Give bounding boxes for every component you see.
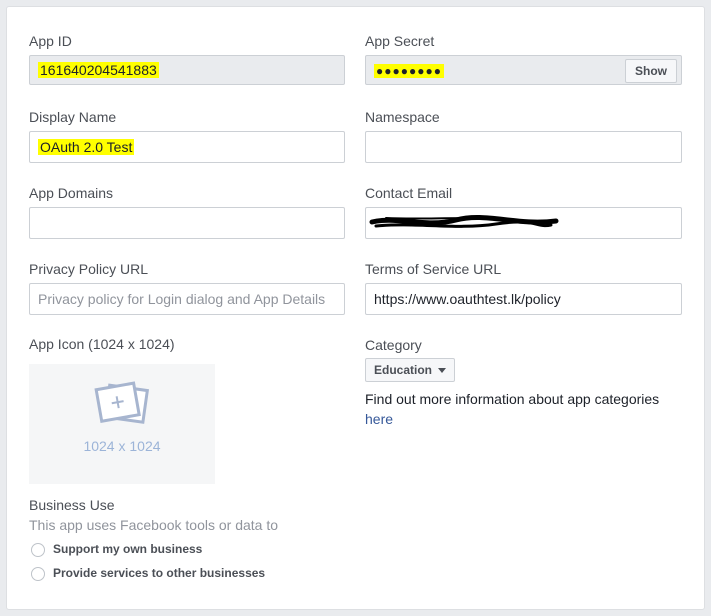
radio-support-own-business[interactable]: Support my own business bbox=[31, 542, 202, 557]
category-info-link[interactable]: here bbox=[365, 411, 393, 427]
radio-label: Support my own business bbox=[53, 542, 203, 556]
caret-down-icon bbox=[438, 368, 447, 374]
contact-email-label: Contact Email bbox=[365, 185, 453, 201]
terms-of-service-field[interactable]: https://www.oauthtest.lk/policy bbox=[365, 283, 682, 315]
radio-icon[interactable] bbox=[31, 566, 45, 581]
radio-provide-services[interactable]: Provide services to other businesses bbox=[31, 566, 265, 581]
privacy-policy-label: Privacy Policy URL bbox=[29, 261, 149, 277]
category-dropdown[interactable]: Education bbox=[365, 358, 456, 382]
radio-icon[interactable] bbox=[31, 542, 45, 557]
app-icon-label: App Icon (1024 x 1024) bbox=[29, 336, 175, 352]
app-id-value: 161640204541883 bbox=[38, 62, 159, 78]
show-secret-button[interactable]: Show bbox=[625, 59, 677, 83]
image-placeholder-icon bbox=[94, 381, 150, 424]
display-name-value: OAuth 2.0 Test bbox=[38, 139, 135, 155]
category-label: Category bbox=[365, 337, 422, 353]
category-info: Find out more information about app cate… bbox=[365, 391, 660, 407]
redacted-email-scribble bbox=[369, 215, 559, 228]
app-secret-value: ●●●●●●●● bbox=[374, 64, 444, 78]
category-info-text: Find out more information about app cate… bbox=[365, 389, 659, 429]
app-secret-field[interactable]: ●●●●●●●● Show bbox=[365, 55, 682, 85]
business-use-label: Business Use bbox=[29, 497, 115, 513]
terms-of-service-label: Terms of Service URL bbox=[365, 261, 502, 277]
app-domains-label: App Domains bbox=[29, 185, 114, 201]
app-secret-label: App Secret bbox=[365, 33, 435, 49]
business-use-description: This app uses Facebook tools or data to bbox=[29, 517, 279, 533]
app-settings-panel: App ID 161640204541883 App Secret ●●●●●●… bbox=[6, 6, 705, 610]
contact-email-field[interactable] bbox=[365, 207, 682, 239]
category-selected: Education bbox=[374, 363, 433, 377]
privacy-policy-field[interactable]: Privacy policy for Login dialog and App … bbox=[29, 283, 345, 315]
namespace-field[interactable] bbox=[365, 131, 682, 163]
radio-label: Provide services to other businesses bbox=[53, 566, 266, 580]
app-icon-upload[interactable]: 1024 x 1024 bbox=[29, 364, 215, 484]
namespace-label: Namespace bbox=[365, 109, 440, 125]
app-domains-field[interactable] bbox=[29, 207, 345, 239]
display-name-label: Display Name bbox=[29, 109, 117, 125]
app-id-label: App ID bbox=[29, 33, 72, 49]
app-id-field[interactable]: 161640204541883 bbox=[29, 55, 345, 85]
display-name-field[interactable]: OAuth 2.0 Test bbox=[29, 131, 345, 163]
app-icon-size-text: 1024 x 1024 bbox=[83, 438, 161, 454]
